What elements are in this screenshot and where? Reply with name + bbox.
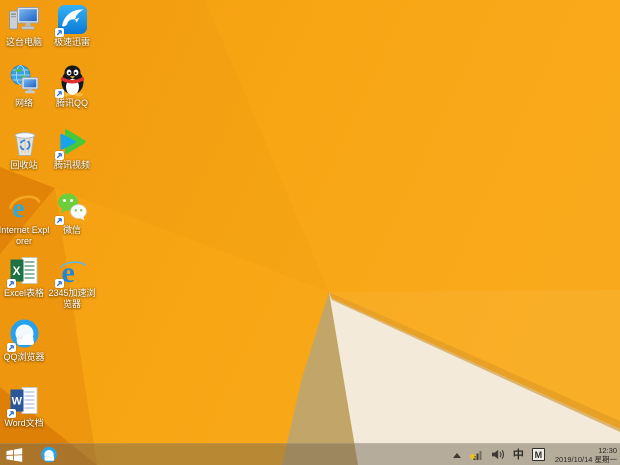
qq-browser-icon [41,446,57,463]
shortcut-arrow-icon [54,151,64,160]
desktop-icon-label: 2345加速浏览器 [48,288,96,309]
qq-browser-icon [6,318,41,352]
desktop-icon-tencent-video[interactable]: 腾讯视频 [43,126,101,171]
desktop-icon-2345-browser[interactable]: e 2345加速浏览器 [43,254,101,310]
shortcut-arrow-icon [54,279,64,288]
shortcut-arrow-icon [6,409,16,418]
windows-desktop: 这台电脑 极速迅雷 网络 腾讯QQ 回收站 腾讯视频 e Internet Ex… [0,0,620,465]
ime-mode-indicator[interactable]: M [531,448,545,461]
volume-icon[interactable] [491,449,505,460]
ie-icon: e [8,191,41,224]
desktop-icon-label: Excel表格 [3,288,44,298]
start-button[interactable] [6,448,23,462]
wechat-icon [54,191,89,225]
svg-text:W: W [11,396,22,408]
qq-penguin-icon [54,64,89,98]
desktop-icon-wechat[interactable]: 微信 [43,191,101,236]
desktop-icon-label: 回收站 [10,160,38,170]
computer-icon [8,3,41,36]
desktop-icon-label: 腾讯视频 [53,160,90,170]
shortcut-arrow-icon [6,343,16,352]
tencent-video-icon [54,126,89,160]
shortcut-arrow-icon [6,279,16,288]
windows-logo-icon [6,448,23,462]
clock-date: 2019/10/14 星期一 [554,454,617,464]
desktop-icon-qq[interactable]: 腾讯QQ [43,64,101,109]
desktop-icon-label: 网络 [14,98,33,108]
ime-language-indicator[interactable]: 中 [513,449,524,461]
desktop-icon-thunder[interactable]: 极速迅雷 [43,3,101,48]
desktop-icon-label: 这台电脑 [5,37,42,47]
desktop-icon-label: QQ浏览器 [3,352,45,362]
desktop-icon-qq-browser[interactable]: QQ浏览器 [0,318,53,363]
desktop-icon-label: 腾讯QQ [55,98,88,108]
word-icon: W [6,384,41,418]
thunder-icon [54,3,89,37]
shortcut-arrow-icon [54,28,64,37]
desktop-icon-label: Word文档 [4,418,44,428]
show-hidden-icons-button[interactable] [452,452,461,458]
shortcut-arrow-icon [54,89,64,98]
desktop-icon-word[interactable]: W Word文档 [0,384,53,429]
shortcut-arrow-icon [54,216,64,225]
taskbar-clock[interactable]: 12:30 2019/10/14 星期一 [553,446,617,464]
network-globe-icon [8,64,41,97]
network-status-icon[interactable] [469,448,484,461]
excel-icon: X [6,254,41,288]
system-tray: 中 M 12:30 2019/10/14 星期一 [452,444,617,465]
taskbar: 中 M 12:30 2019/10/14 星期一 [0,443,620,465]
2345-browser-icon: e [54,254,89,289]
recycle-bin-icon [8,126,41,159]
taskbar-qq-browser-button[interactable] [40,446,58,464]
svg-text:X: X [12,264,20,278]
desktop-icon-label: 极速迅雷 [53,37,90,47]
clock-time: 12:30 [598,445,617,455]
desktop-icon-label: 微信 [62,225,81,235]
